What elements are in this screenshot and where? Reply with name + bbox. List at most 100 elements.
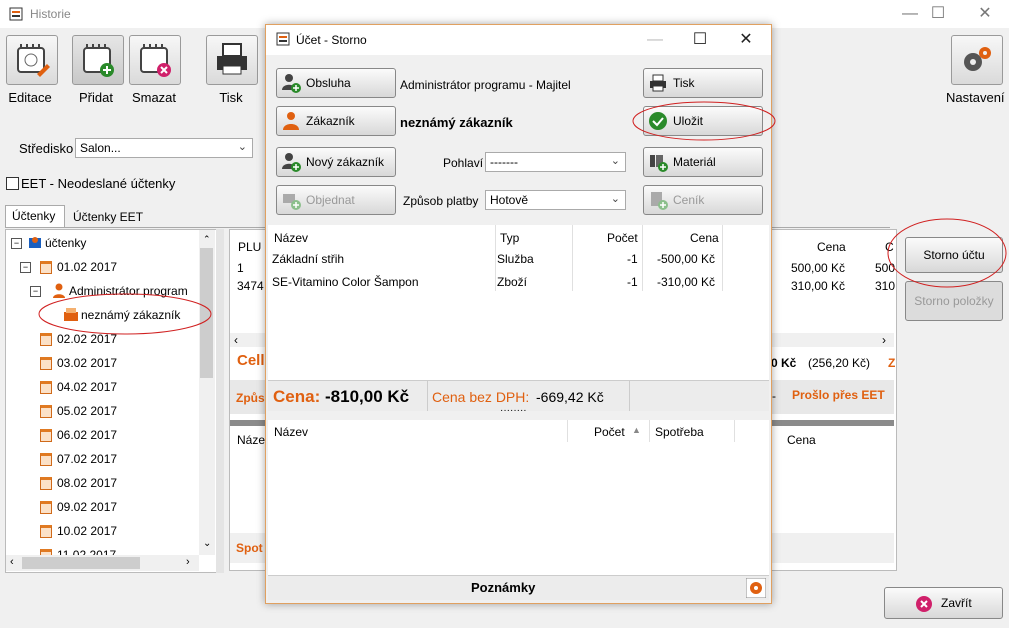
calendar-icon <box>40 261 52 274</box>
calendar-icon <box>40 525 52 538</box>
splitter-grip[interactable]: ········ <box>500 406 527 416</box>
notes-bar[interactable]: Poznámky <box>268 575 769 600</box>
tree-date-item[interactable]: 03.02 2017 <box>57 356 117 370</box>
scroll-left-icon[interactable]: ‹ <box>10 556 14 568</box>
tisk-label-dialog: Tisk <box>673 76 695 90</box>
tree-date-item[interactable]: 06.02 2017 <box>57 428 117 442</box>
zpusob-platby-value: Hotově <box>490 193 529 207</box>
maximize-button[interactable]: ☐ <box>918 2 958 26</box>
scroll-left-icon[interactable]: ‹ <box>234 333 238 347</box>
tab-uctenky-label: Účtenky <box>12 209 56 223</box>
col-typ: Typ <box>500 231 520 245</box>
zakaznik-label: Zákazník <box>306 114 355 128</box>
editace-button[interactable] <box>6 35 58 85</box>
col-nazev: Náze <box>237 433 266 447</box>
gear-icon[interactable] <box>746 578 766 598</box>
obsluha-button[interactable]: Obsluha <box>276 68 396 98</box>
highlight-ellipse <box>887 218 1007 288</box>
cena-value: -810,00 Kč <box>325 387 410 406</box>
cenik-button[interactable]: Ceník <box>643 185 763 215</box>
zakaznik-button[interactable]: Zákazník <box>276 106 396 136</box>
tab-uctenky-eet[interactable]: Účtenky EET <box>67 207 155 229</box>
material-button[interactable]: Materiál <box>643 147 763 177</box>
col-pocet[interactable]: Počet <box>594 425 625 439</box>
total-z: Z <box>888 356 896 370</box>
tisk-label: Tisk <box>219 90 243 105</box>
table-row[interactable]: SE-Vitamino Color Šampon Zboží -1 -310,0… <box>268 272 769 292</box>
scroll-right-icon[interactable]: › <box>882 333 886 347</box>
novy-zakaznik-button[interactable]: Nový zákazník <box>276 147 396 177</box>
dialog-titlebar: Účet - Storno — ☐ ✕ <box>266 25 771 55</box>
receipts-root-icon <box>29 237 41 248</box>
sort-ascending-icon: ▲ <box>632 425 641 435</box>
calendar-icon <box>40 501 52 514</box>
cena-label: Cena: <box>273 387 321 406</box>
editace-label: Editace <box>8 90 52 105</box>
calendar-icon <box>40 405 52 418</box>
column-separator <box>629 381 630 411</box>
pridat-button[interactable] <box>72 35 124 85</box>
receipt-tree[interactable]: − účtenky − 01.02 2017 − Administrátor p… <box>5 229 217 573</box>
zavrit-button[interactable]: Zavřít <box>884 587 1003 619</box>
objednat-label: Objednat <box>306 193 355 207</box>
app-icon <box>9 7 23 21</box>
objednat-button[interactable]: Objednat <box>276 185 396 215</box>
material-add-icon <box>650 155 668 172</box>
tree-vscrollbar[interactable]: ⌃ ⌄ <box>199 230 215 555</box>
row-cena: 500,00 Kč <box>791 261 846 275</box>
tree-date-item[interactable]: 05.02 2017 <box>57 404 117 418</box>
items-grid: Název Typ Počet Cena Základní střih Služ… <box>268 225 769 380</box>
minimize-button[interactable]: — <box>635 28 675 52</box>
pohlavi-value: ------- <box>490 155 518 169</box>
chevron-down-icon: ⌄ <box>610 155 620 167</box>
tisk-button-dialog[interactable]: Tisk <box>643 68 763 98</box>
printer-icon <box>217 43 247 75</box>
column-separator <box>427 381 428 411</box>
tree-root-label[interactable]: účtenky <box>45 236 86 250</box>
tree-hscrollbar[interactable]: ‹ › <box>6 555 199 571</box>
pridat-label: Přidat <box>79 90 113 105</box>
stredisko-select[interactable]: Salon... ⌄ <box>75 138 253 158</box>
tab-uctenky[interactable]: Účtenky <box>5 205 65 227</box>
scroll-right-icon[interactable]: › <box>186 556 190 568</box>
eet-checkbox[interactable] <box>6 177 19 190</box>
tree-date-item[interactable]: 01.02 2017 <box>57 260 117 274</box>
tab-uctenky-eet-label: Účtenky EET <box>73 210 144 224</box>
scroll-down-icon[interactable]: ⌄ <box>203 538 211 549</box>
stredisko-value: Salon... <box>80 141 121 155</box>
dialog-title: Účet - Storno <box>296 33 367 47</box>
calendar-edit-icon <box>17 44 50 77</box>
item-typ: Služba <box>497 252 534 266</box>
total-label: Cell <box>237 352 265 369</box>
close-button[interactable]: ✕ <box>726 28 766 52</box>
tisk-button[interactable] <box>206 35 258 85</box>
collapse-icon[interactable]: − <box>11 238 22 249</box>
tree-date-item[interactable]: 07.02 2017 <box>57 452 117 466</box>
splitter[interactable] <box>216 229 224 573</box>
item-nazev: SE-Vitamino Color Šampon <box>272 275 419 289</box>
smazat-label: Smazat <box>131 90 177 105</box>
window-title: Historie <box>30 7 71 21</box>
tree-date-item[interactable]: 10.02 2017 <box>57 524 117 538</box>
collapse-icon[interactable]: − <box>20 262 31 273</box>
tree-date-item[interactable]: 09.02 2017 <box>57 500 117 514</box>
zpusob-platby-select[interactable]: Hotově ⌄ <box>485 190 626 210</box>
table-row[interactable]: Základní střih Služba -1 -500,00 Kč <box>268 249 769 269</box>
stredisko-label: Středisko <box>19 141 74 156</box>
calendar-delete-icon <box>140 44 171 77</box>
maximize-button[interactable]: ☐ <box>680 28 720 52</box>
zavrit-label: Zavřít <box>941 596 972 610</box>
col-plu: PLU <box>238 240 262 254</box>
scroll-thumb[interactable] <box>22 557 140 569</box>
tree-date-item[interactable]: 04.02 2017 <box>57 380 117 394</box>
cena-bez-dph-label: Cena bez DPH: <box>432 389 530 405</box>
nastaveni-button[interactable] <box>951 35 1003 85</box>
col-nazev: Název <box>274 425 309 439</box>
close-button[interactable]: ✕ <box>965 2 1005 26</box>
tree-date-item[interactable]: 08.02 2017 <box>57 476 117 490</box>
row-plu: 1 <box>237 261 244 275</box>
scroll-up-icon[interactable]: ⌃ <box>203 234 211 245</box>
smazat-button[interactable] <box>129 35 181 85</box>
eet-checkbox-label: EET - Neodeslané účtenky <box>21 176 176 191</box>
pohlavi-select[interactable]: ------- ⌄ <box>485 152 626 172</box>
